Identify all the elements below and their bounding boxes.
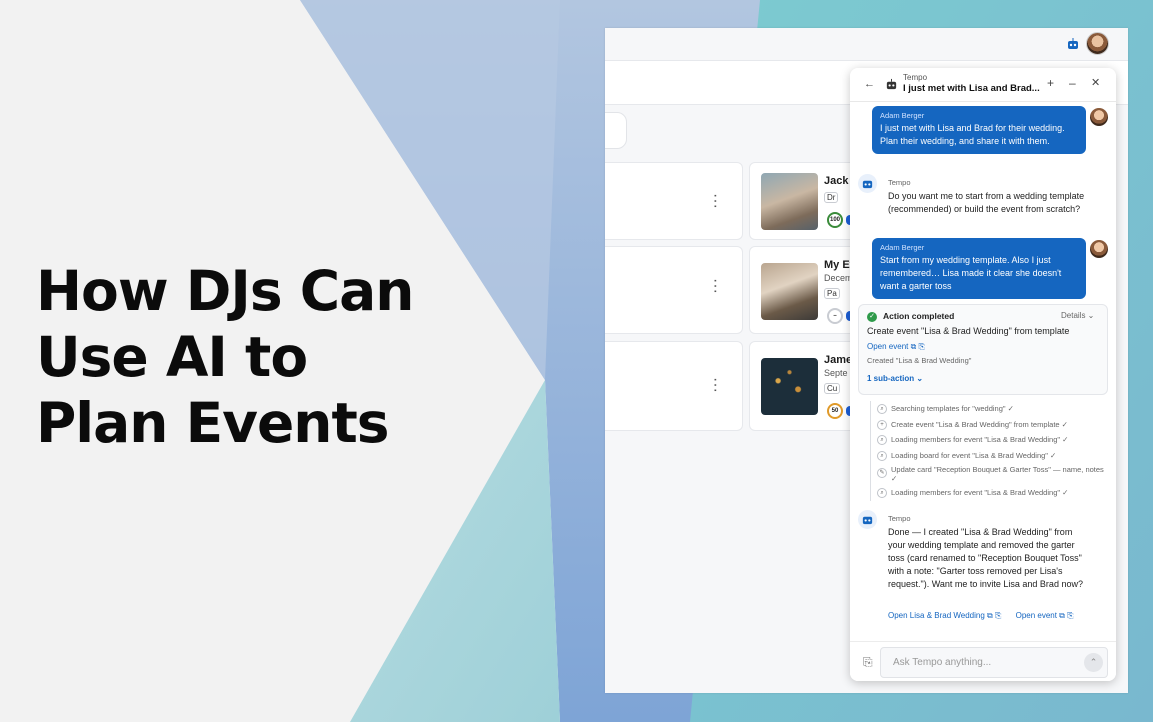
close-icon[interactable]: ✕ [1091,76,1100,90]
subaction-text: Loading members for event "Lisa & Brad W… [891,435,1069,444]
send-icon[interactable]: ⌃ [1084,653,1103,672]
event-score: – [827,308,843,324]
message-text: Done — I created "Lisa & Brad Wedding" f… [888,527,1083,589]
list-item: ⌕ Loading members for event "Lisa & Brad … [877,485,1108,501]
kebab-menu-icon[interactable]: ··· [707,193,724,209]
list-item: ⌕ Loading board for event "Lisa & Brad We… [877,448,1108,464]
message-text: Do you want me to start from a wedding t… [888,191,1085,214]
minimize-icon[interactable]: – [1069,76,1076,90]
chat-composer: ⎘ Ask Tempo anything... ⌃ [850,641,1116,681]
subaction-text: Update card "Reception Bouquet & Garter … [891,465,1104,483]
headline-line-2: Use AI to [36,325,308,389]
message-text: Start from my wedding template. Also I j… [880,255,1062,291]
check-icon: ✓ [867,312,877,322]
headline-line-1: How DJs Can [36,259,414,323]
kebab-menu-icon[interactable]: ··· [707,278,724,294]
subaction-toggle[interactable]: 1 sub-action ⌄ [867,374,923,383]
bot-avatar [858,174,877,193]
subaction-text: Create event "Lisa & Brad Wedding" from … [891,419,1068,429]
kebab-menu-icon[interactable]: ··· [707,377,724,393]
message-text: I just met with Lisa and Brad for their … [880,123,1065,146]
open-event-link[interactable]: Open event ⧉ ⎘ [1016,611,1074,620]
event-chip: Cu [824,383,841,394]
robot-icon[interactable] [1066,37,1080,51]
plus-icon: + [877,419,887,430]
message-author: Tempo [888,178,911,187]
subaction-text: Searching templates for "wedding" ✓ [891,404,1014,413]
event-card-2[interactable]: My Ev Decem Pa – [749,246,859,334]
back-arrow-icon[interactable]: ← [864,78,875,90]
details-toggle[interactable]: Details ⌄ [1061,311,1094,320]
event-thumbnail [761,263,818,320]
robot-icon [862,516,873,525]
chat-header: ← Tempo I just met with Lisa and Brad...… [850,68,1116,102]
bot-message: Tempo Do you want me to start from a wed… [880,174,1094,222]
search-icon: ⌕ [877,488,887,498]
event-score: 50 [827,403,843,419]
chat-panel: ← Tempo I just met with Lisa and Brad...… [850,68,1116,681]
robot-icon [886,78,897,90]
message-author: Adam Berger [880,111,925,120]
action-description: Create event "Lisa & Brad Wedding" from … [867,326,1070,336]
event-chip: Dr [824,192,839,203]
subaction-text: Loading members for event "Lisa & Brad W… [891,488,1069,497]
chat-title: I just met with Lisa and Brad... [903,83,1040,94]
user-message: Adam Berger Start from my wedding templa… [872,238,1086,299]
avatar [1090,240,1108,258]
event-title: Jame [824,354,853,366]
event-card-3[interactable]: Jame Septe Cu 50 [749,341,859,431]
action-result: Created "Lisa & Brad Wedding" [867,356,972,365]
paperclip-icon[interactable]: ⎘ [863,655,873,670]
event-chip: Pa [824,288,840,299]
action-status: Action completed [883,311,955,321]
open-wedding-link[interactable]: Open Lisa & Brad Wedding ⧉ ⎘ [888,611,1001,620]
chat-kicker: Tempo [903,73,928,82]
chat-input[interactable]: Ask Tempo anything... ⌃ [880,647,1108,678]
bot-avatar [858,510,877,529]
list-item: ✎ Update card "Reception Bouquet & Garter… [877,463,1108,485]
event-thumbnail [761,173,818,230]
event-date: Decem [824,273,853,283]
edit-icon: ✎ [877,468,887,478]
bot-message: Tempo Done — I created "Lisa & Brad Wedd… [880,510,1094,597]
plus-icon[interactable]: + [1047,76,1054,90]
subaction-text: Loading board for event "Lisa & Brad Wed… [891,450,1057,460]
message-author: Adam Berger [880,243,925,252]
robot-icon [862,180,873,189]
search-icon: ⌕ [877,435,887,445]
list-row-3[interactable]: ··· [605,341,743,431]
action-card: ✓ Action completed Details ⌄ Create even… [858,304,1108,395]
avatar [1090,108,1108,126]
list-item: ⌕ Searching templates for "wedding" ✓ [877,401,1108,417]
filter-pill[interactable] [605,112,627,149]
event-card-1[interactable]: Jack Dr 100 [749,162,859,240]
headline-line-3: Plan Events [36,391,390,455]
event-title: Jack [824,175,849,187]
user-message: Adam Berger I just met with Lisa and Bra… [872,106,1086,154]
event-score: 100 [827,212,843,228]
list-item: + Create event "Lisa & Brad Wedding" from… [877,417,1108,433]
chat-input-placeholder: Ask Tempo anything... [893,657,992,668]
list-item: ⌕ Loading members for event "Lisa & Brad … [877,432,1108,448]
search-icon: ⌕ [877,404,887,414]
message-author: Tempo [888,514,911,523]
app-topbar [605,28,1128,61]
list-row-1[interactable]: ··· [605,162,743,240]
event-thumbnail [761,358,818,415]
list-row-2[interactable]: ··· [605,246,743,334]
search-icon: ⌕ [877,450,887,461]
event-date: Septe [824,368,848,378]
message-links: Open Lisa & Brad Wedding ⧉ ⎘ Open event … [888,611,1086,621]
subaction-list: ⌕ Searching templates for "wedding" ✓ + Cr… [870,401,1108,501]
open-event-link[interactable]: Open event ⧉ ⎘ [867,342,925,352]
headline: How DJs Can Use AI to Plan Events [36,258,476,456]
avatar[interactable] [1086,32,1109,55]
